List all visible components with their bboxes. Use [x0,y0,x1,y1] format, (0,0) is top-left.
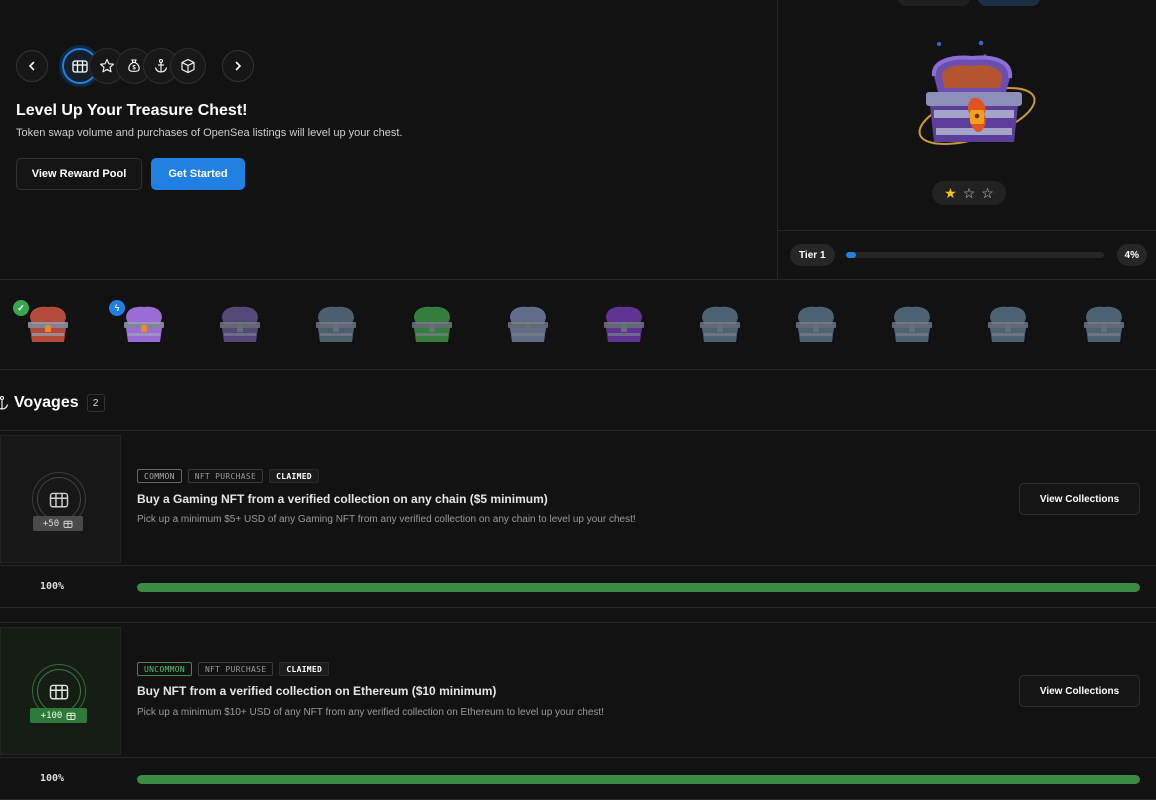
hero-left-panel: Level Up Your Treasure Chest! Token swap… [0,0,777,280]
category-cube-button[interactable] [170,48,206,84]
hero-title: Level Up Your Treasure Chest! [16,102,248,119]
anchor-icon [154,58,168,73]
money-bag-icon [128,59,140,72]
anchor-icon [0,395,8,410]
chevron-right-icon [235,61,242,71]
lightning-icon: ϟ [109,300,125,316]
tier-progress-bar [846,252,1104,258]
voyages-count: 2 [86,394,105,412]
tab-partial-active[interactable] [978,0,1040,6]
tier-stars: ★ ☆ ☆ [932,181,1006,205]
chest-level-3[interactable] [216,302,264,351]
chest-level-8[interactable] [696,302,744,351]
status-tag: CLAIMED [279,662,330,676]
chest-levels-strip: ✓ ϟ [0,280,1156,370]
chest-level-5[interactable] [408,302,456,351]
view-collections-button[interactable]: View Collections [1019,483,1140,515]
category-nav [16,48,254,84]
chest-level-6[interactable] [504,302,552,351]
star-empty-icon: ☆ [981,184,994,201]
rarity-tag: COMMON [137,469,182,483]
voyages-title: Voyages [14,394,79,411]
treasure-chest-icon [72,60,88,73]
chest-panel: ★ ☆ ☆ Tier 1 4% [777,0,1156,280]
voyage-description: Pick up a minimum $10+ USD of any NFT fr… [137,707,604,718]
tier-progress-fill [846,252,857,258]
points-badge: +100 [30,708,87,723]
chest-level-12[interactable] [1080,302,1128,351]
points-value: +50 [42,518,60,529]
voyage-card: +50 COMMON NFT PURCHASE CLAIMED Buy a Ga… [0,430,1156,566]
chest-level-10[interactable] [888,302,936,351]
type-tag: NFT PURCHASE [187,469,264,483]
voyage-thumbnail: +50 [0,435,121,563]
treasure-chest-icon [66,712,76,720]
tab-partial[interactable] [898,0,970,6]
voyage-title: Buy a Gaming NFT from a verified collect… [137,492,548,506]
voyages-header: Voyages 2 [0,394,105,412]
view-collections-button[interactable]: View Collections [1019,675,1140,707]
rarity-tag: UNCOMMON [137,662,192,676]
voyage-description: Pick up a minimum $5+ USD of any Gaming … [137,514,636,525]
chevron-left-icon [28,61,35,71]
points-value: +100 [40,710,63,721]
chest-level-9[interactable] [792,302,840,351]
voyage-title: Buy NFT from a verified collection on Et… [137,684,497,698]
voyage-tags: UNCOMMON NFT PURCHASE CLAIMED [137,662,330,676]
tier-percent-badge: 4% [1116,244,1147,266]
treasure-chest-image [912,36,1042,161]
treasure-chest-icon [49,684,69,700]
chest-level-7[interactable] [600,302,648,351]
view-reward-pool-button[interactable]: View Reward Pool [16,158,142,190]
treasure-chest-icon [49,492,69,508]
star-filled-icon: ★ [944,184,957,201]
check-icon: ✓ [13,300,29,316]
progress-percent: 100% [40,581,65,592]
tier-badge: Tier 1 [790,244,835,266]
star-icon [99,58,115,73]
chest-level-4[interactable] [312,302,360,351]
voyage-tags: COMMON NFT PURCHASE CLAIMED [137,469,319,483]
points-badge: +50 [33,516,83,531]
status-tag: CLAIMED [269,469,319,483]
progress-fill [137,775,1140,784]
prev-button[interactable] [16,50,48,82]
chest-level-1[interactable] [24,302,72,351]
star-empty-icon: ☆ [962,184,976,201]
cube-icon [181,58,195,74]
chest-level-2[interactable] [120,302,168,351]
top-tabs-partial [898,0,1040,6]
tier-progress-row: Tier 1 4% [778,230,1156,280]
get-started-button[interactable]: Get Started [151,158,245,190]
voyage-progress-row: 100% [0,757,1156,800]
progress-bar [137,583,1140,592]
type-tag: NFT PURCHASE [197,662,274,676]
hero-subtitle: Token swap volume and purchases of OpenS… [16,127,403,139]
hero-section: Level Up Your Treasure Chest! Token swap… [0,0,1156,280]
voyage-thumbnail: +100 [0,627,121,755]
progress-bar [137,775,1140,784]
next-button[interactable] [222,50,254,82]
chest-level-11[interactable] [984,302,1032,351]
voyage-progress-row: 100% [0,565,1156,608]
voyage-card: +100 UNCOMMON NFT PURCHASE CLAIMED Buy N… [0,622,1156,758]
progress-percent: 100% [40,773,65,784]
treasure-chest-icon [63,520,73,528]
progress-fill [137,583,1140,592]
